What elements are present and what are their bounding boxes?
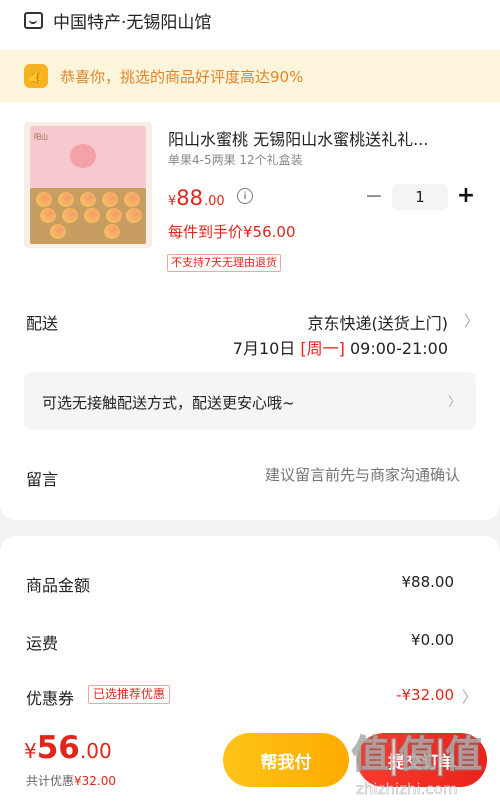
product-title[interactable]: 阳山水蜜桃 无锡阳山水蜜桃送礼礼...	[168, 126, 468, 150]
delivery-time[interactable]: 7月10日 [周一] 09:00-21:00	[233, 335, 448, 359]
shipping-value: ¥0.00	[411, 631, 454, 649]
total-symbol: ¥	[24, 739, 37, 763]
gift-box-lid: 阳山	[30, 126, 146, 192]
total-integer: 56	[36, 730, 80, 766]
product-image[interactable]: 阳山	[24, 122, 152, 248]
note-input[interactable]	[200, 466, 460, 484]
peach-illustration	[70, 144, 96, 168]
price-integer: 88	[176, 186, 204, 210]
net-price: 每件到手价¥56.00	[168, 223, 296, 241]
quantity-plus-button[interactable]: +	[456, 183, 476, 209]
gift-box-tray	[30, 188, 146, 244]
box-logo: 阳山	[34, 133, 48, 141]
shop-name: 中国特产·无锡阳山馆	[53, 12, 212, 33]
chevron-right-icon[interactable]: 〉	[462, 686, 477, 707]
goods-amount-value: ¥88.00	[401, 573, 455, 591]
delivery-date: 7月10日	[232, 339, 296, 358]
shop-icon	[24, 11, 43, 29]
shop-header[interactable]: 中国特产·无锡阳山馆	[24, 8, 212, 33]
info-icon[interactable]: i	[237, 188, 253, 204]
coupon-recommended-tag: 已选推荐优惠	[88, 685, 171, 704]
delivery-weekday: [周一]	[300, 339, 345, 358]
total-price: ¥ 56 .00	[24, 730, 112, 766]
contactless-delivery-option[interactable]: 可选无接触配送方式，配送更安心哦~ 〉	[24, 372, 476, 430]
shipping-label: 运费	[26, 634, 59, 653]
coupon-label: 优惠券	[26, 689, 75, 708]
delivery-method[interactable]: 京东快递(送货上门)	[308, 310, 449, 334]
total-saving: 共计优惠¥32.00	[26, 772, 116, 789]
product-price: ¥ 88 .00	[168, 186, 225, 210]
goods-amount-label: 商品金额	[26, 576, 91, 595]
chevron-right-icon[interactable]: 〉	[464, 310, 479, 331]
saving-label: 共计优惠	[26, 774, 75, 788]
thumbs-up-icon: 👍	[24, 64, 48, 88]
coupon-value[interactable]: -¥32.00	[396, 686, 454, 704]
quantity-input[interactable]: 1	[392, 184, 448, 210]
banner-text: 恭喜你，挑选的商品好评度高达90%	[60, 67, 304, 86]
delivery-hours: 09:00-21:00	[350, 339, 448, 358]
price-decimal: .00	[204, 194, 225, 209]
product-spec: 单果4-5两果 12个礼盒装	[168, 153, 303, 167]
price-summary-card: 商品金额 ¥88.00 运费 ¥0.00 优惠券 -¥32.00 〉	[0, 536, 500, 736]
delivery-label: 配送	[26, 314, 59, 333]
total-decimal: .00	[79, 739, 112, 763]
quantity-minus-button[interactable]: −	[364, 184, 384, 210]
submit-order-button[interactable]: 提交订单	[357, 733, 487, 787]
note-label: 留言	[26, 470, 59, 489]
help-pay-button[interactable]: 帮我付	[223, 733, 349, 787]
chevron-right-icon: 〉	[448, 395, 462, 410]
contactless-text: 可选无接触配送方式，配送更安心哦~	[42, 394, 295, 412]
rating-banner: 👍 恭喜你，挑选的商品好评度高达90%	[0, 50, 500, 102]
return-policy-badge: 不支持7天无理由退货	[167, 254, 281, 272]
order-card: 中国特产·无锡阳山馆 👍 恭喜你，挑选的商品好评度高达90% 阳山 阳山水蜜桃 …	[0, 0, 500, 520]
price-symbol: ¥	[168, 194, 177, 209]
saving-value: ¥32.00	[74, 774, 117, 788]
